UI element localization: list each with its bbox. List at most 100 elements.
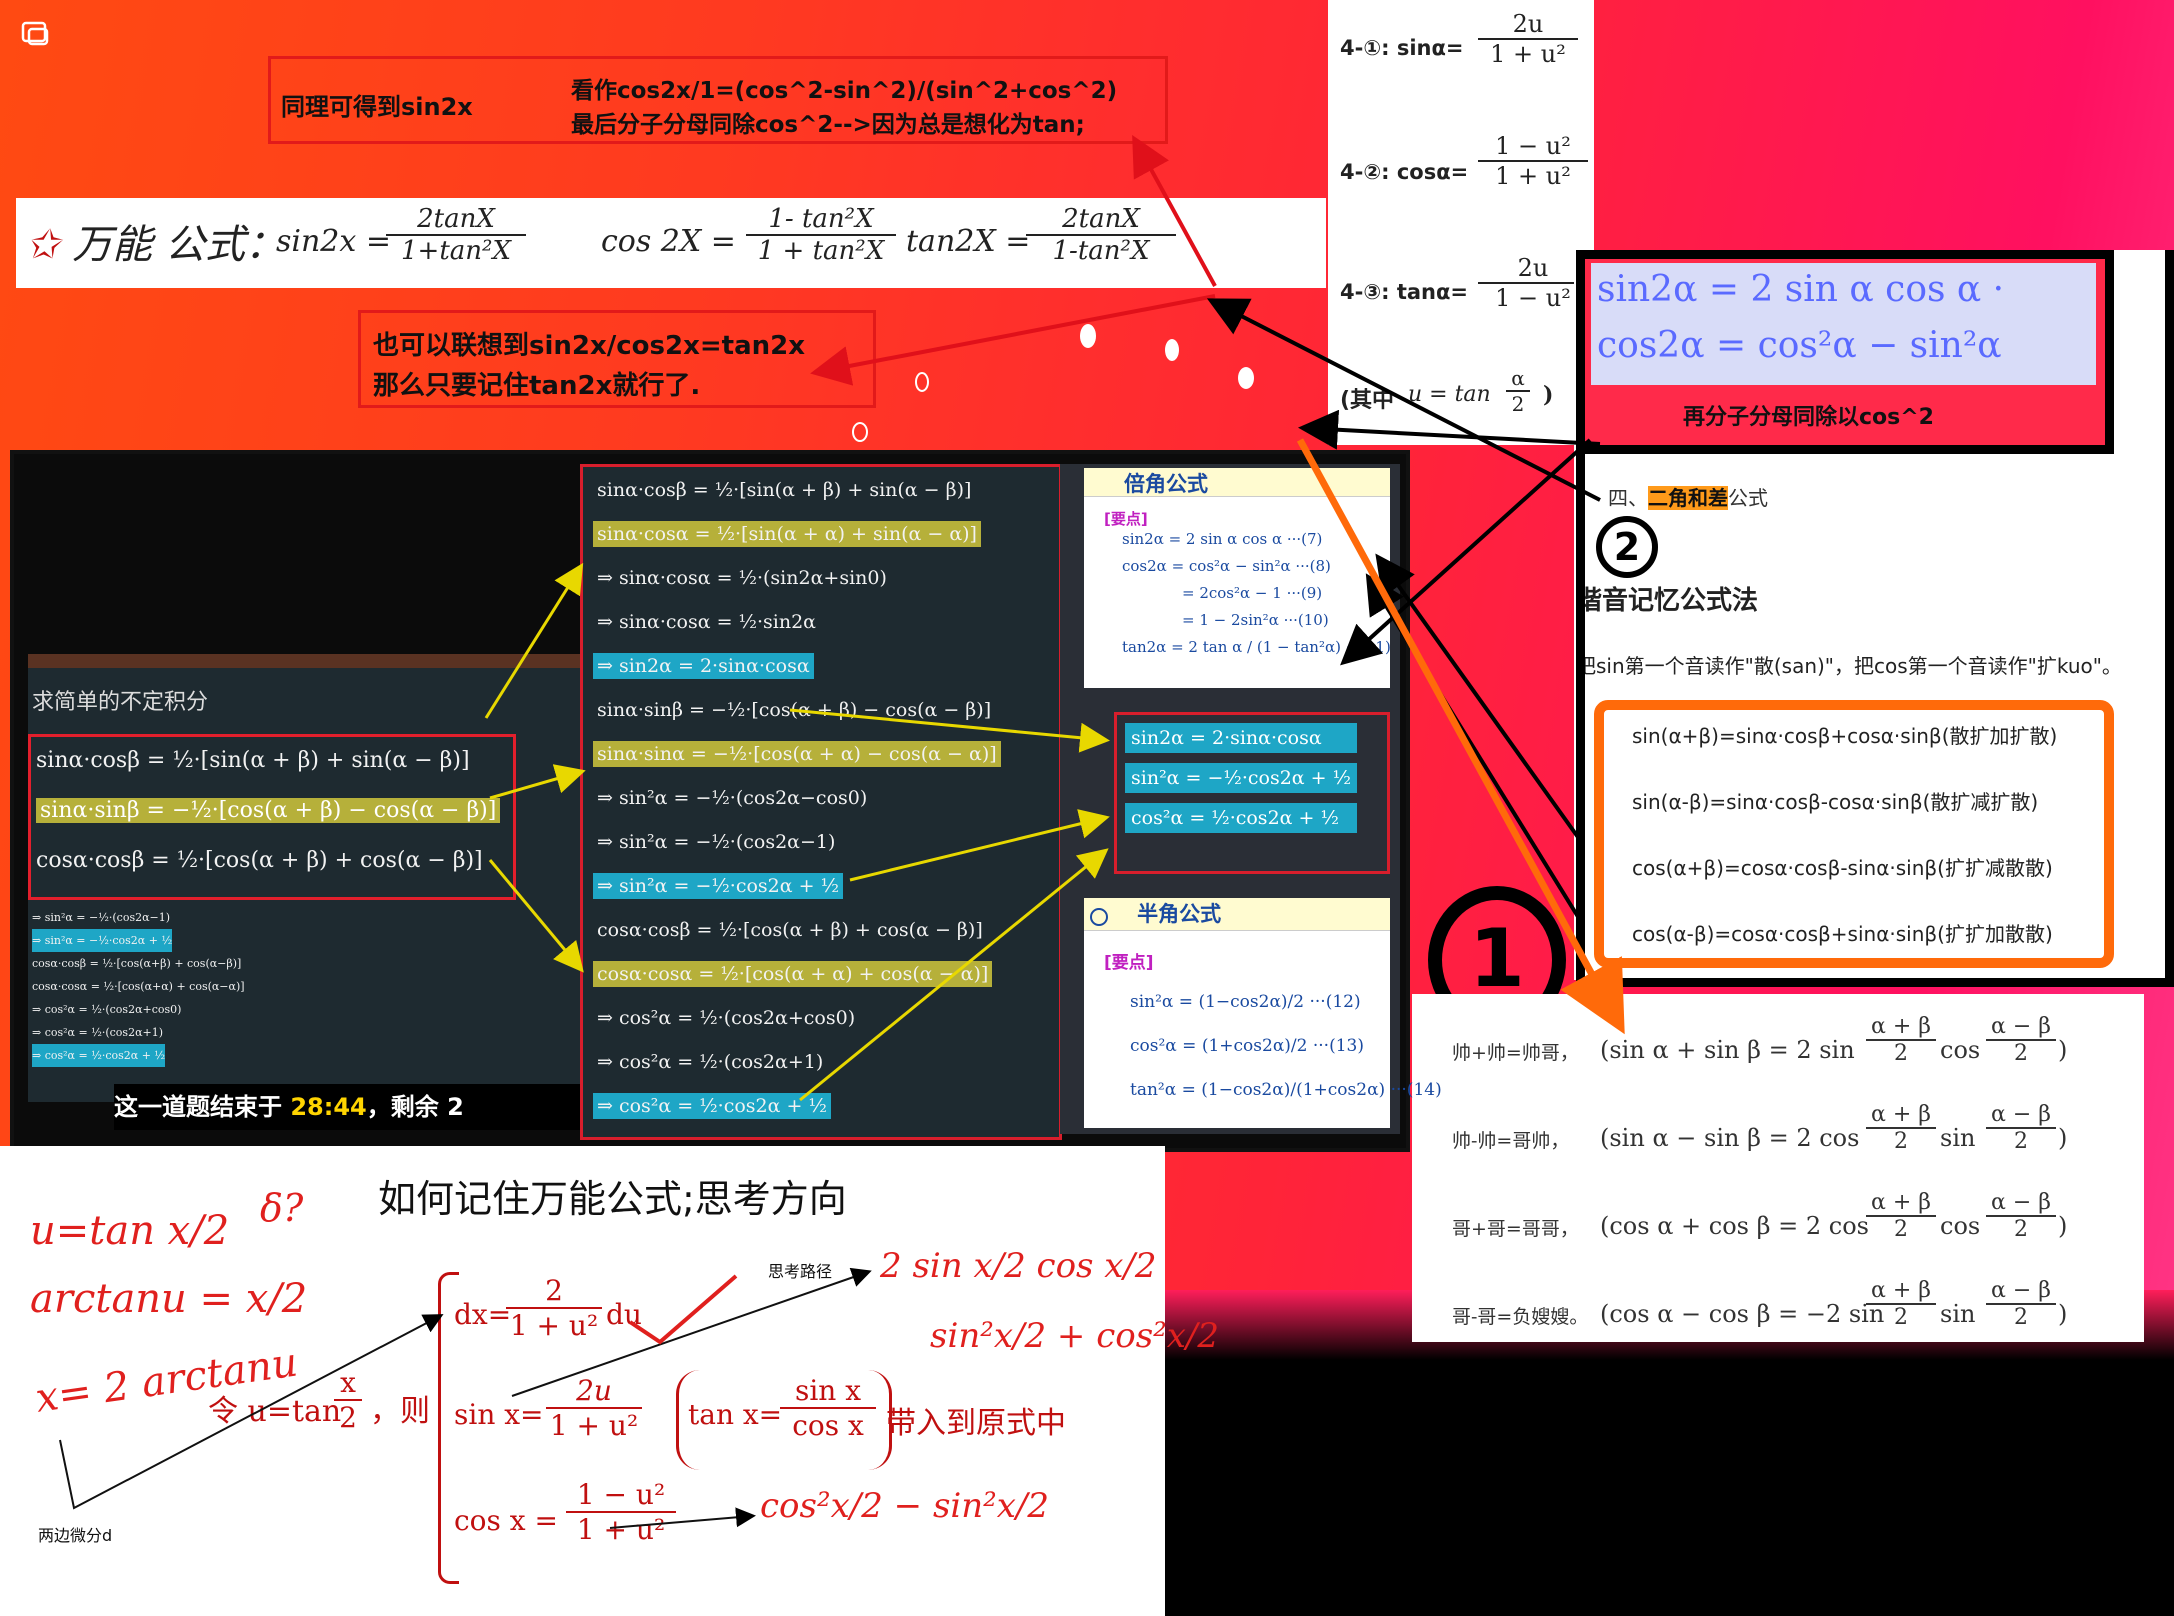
db-line2: cos2α = cos²α − sin²α — [1597, 325, 2002, 366]
sp-frac-2: α − β2 — [1986, 1278, 2056, 1330]
u-row1-num: 2u — [1478, 10, 1578, 40]
board-row-2: sinα·sinβ = −½·[cos(α + β) − cos(α − β)] — [36, 798, 501, 823]
subtitle-text: 这一道题结束于 — [114, 1093, 282, 1121]
u-row2-den: 1 + u² — [1495, 162, 1571, 190]
sum-product-row: 帅+帅=帅哥， (sin α + sin β = 2 sin α + β 2 cos α … — [1452, 1012, 2142, 1092]
sp-frac-2-den: 2 — [2014, 1041, 2028, 1066]
let-frac-den: 2 — [339, 1401, 357, 1434]
u-row1-label: 4-①: sinα= — [1340, 36, 1464, 60]
banner-tan-den: 1-tan²X — [1052, 236, 1150, 266]
half-title-bar: 半角公式 — [1084, 898, 1390, 931]
board-small-row: cosα·cosβ = ½·[cos(α+β) + cos(α−β)] — [32, 957, 242, 970]
sp-frac-2-den: 2 — [2014, 1217, 2028, 1242]
subtitle-time: 28:44 — [290, 1093, 367, 1121]
petal-5 — [852, 422, 868, 442]
middle-blackboard: sinα·cosβ = ½·[sin(α + β) + sin(α − β)] s… — [580, 464, 1062, 1140]
u-row3-num: 2u — [1478, 254, 1588, 284]
sin-den: 1 + u² — [549, 1409, 639, 1442]
blue-summary-row: cos²α = ½·cos2α + ½ — [1125, 803, 1358, 833]
sp-end: ) — [2058, 1036, 2068, 1064]
sp-formula: (sin α − sin β = 2 cos — [1600, 1124, 1860, 1152]
plug-text: 带入到原式中 — [886, 1406, 1066, 1441]
u-where-num: α — [1506, 366, 1530, 392]
hw-question: δ? — [260, 1186, 304, 1230]
petal-2 — [1165, 339, 1179, 361]
u-where-den: 2 — [1511, 392, 1525, 416]
mid-board-row: ⇒ cos²α = ½·(cos2α+1) — [597, 1051, 824, 1073]
board-small-row: ⇒ sin²α = −½·cos2α + ½ — [32, 929, 173, 952]
mid-board-row: sinα·cosβ = ½·[sin(α + β) + sin(α − β)] — [597, 479, 972, 501]
hw-right-1: 2 sin x/2 cos x/2 — [880, 1246, 1157, 1286]
sp-frac-1-den: 2 — [1894, 1041, 1908, 1066]
half-key: [要点] — [1104, 953, 1154, 973]
let-text: 令 u=tan — [208, 1394, 342, 1429]
board-title: 求简单的不定积分 — [32, 690, 209, 715]
sp-label: 哥-哥=负嫂嫂。 — [1452, 1306, 1589, 1328]
mid-board-row: ⇒ sin2α = 2·sinα·cosα — [593, 653, 814, 679]
double-angle-row: = 1 − 2sin²α ···(10) — [1182, 611, 1329, 629]
hw-arctan: arctanu = x/2 — [30, 1276, 308, 1322]
mid-board-row: ⇒ sin²α = −½·cos2α + ½ — [593, 873, 844, 899]
sp-formula: (sin α + sin β = 2 sin — [1600, 1036, 1855, 1064]
sp-frac-1-den: 2 — [1894, 1305, 1908, 1330]
double-title-bar: 倍角公式 — [1084, 468, 1390, 497]
subtitle-bar: 这一道题结束于 28:44，剩余 2 — [114, 1084, 604, 1130]
mid-board-row: ⇒ sinα·cosα = ½·sin2α — [597, 611, 816, 633]
let-frac-num: x — [334, 1366, 362, 1401]
mid-board-row: ⇒ sin²α = −½·(cos2α−1) — [597, 831, 836, 853]
half-circle-icon — [1090, 907, 1108, 926]
sp-frac-1-num: α + β — [1866, 1014, 1936, 1041]
circle-one-num: 1 — [1469, 912, 1525, 1005]
board-row-1: sinα·cosβ = ½·[sin(α + β) + sin(α − β)] — [36, 748, 470, 773]
sp-mid: cos — [1940, 1212, 1981, 1240]
mid-board-row: ⇒ cos²α = ½·(cos2α+cos0) — [597, 1007, 856, 1029]
board-small-row: ⇒ cos²α = ½·(cos2α+1) — [32, 1026, 164, 1039]
sp-frac-2: α − β2 — [1986, 1014, 2056, 1066]
db-line1: sin2α = 2 sin α cos α · — [1597, 269, 2005, 310]
u-where-u: u = tan — [1408, 382, 1491, 407]
sin-label: sin x= — [454, 1398, 544, 1431]
sp-frac-1-den: 2 — [1894, 1217, 1908, 1242]
background-black — [1165, 1360, 2174, 1616]
mid-board-row: ⇒ sinα·cosα = ½·(sin2α+sin0) — [597, 567, 887, 589]
sum-product-row: 哥-哥=负嫂嫂。 (cos α − cos β = −2 sin α + β 2 sin… — [1452, 1276, 2142, 1356]
double-angle-row: tan2α = 2 tan α / (1 − tan²α) ···(11) — [1122, 638, 1391, 656]
board-small-row: ⇒ sin²α = −½·(cos2α−1) — [32, 911, 171, 924]
hw-u: u=tan x/2 — [30, 1208, 230, 1254]
cos-den: 1 + u² — [576, 1513, 666, 1546]
then-text: ，则 — [370, 1394, 430, 1429]
mid-board-row: sinα·sinα = −½·[cos(α + α) − cos(α − α)] — [593, 741, 1001, 767]
banner-tan-num: 2tanX — [1026, 204, 1176, 236]
u-row2-num: 1 − u² — [1478, 132, 1588, 162]
star-icon: ✩ — [26, 222, 60, 268]
double-angle-card: 倍角公式 [要点] sin2α = 2 sin α cos α ···(7) co… — [1084, 468, 1391, 688]
sp-frac-1-num: α + β — [1866, 1190, 1936, 1217]
sp-formula: (cos α + cos β = 2 cos — [1600, 1212, 1869, 1240]
banner-sin-num: 2tanX — [386, 204, 526, 236]
board-small-row: ⇒ cos²α = ½·cos2α + ½ — [32, 1044, 166, 1067]
mid-board-row: ⇒ sin²α = −½·(cos2α−cos0) — [597, 787, 868, 809]
hw-right-3: cos²x/2 − sin²x/2 — [760, 1486, 1050, 1526]
u-row3-den: 1 − u² — [1495, 284, 1571, 312]
label-path: 思考路径 — [768, 1262, 833, 1281]
sp-end: ) — [2058, 1124, 2068, 1152]
board-small-row: cosα·cosα = ½·[cos(α+α) + cos(α−α)] — [32, 980, 245, 993]
sp-mid: sin — [1940, 1124, 1976, 1152]
banner-title: 万能 公式： — [72, 222, 285, 268]
sp-label: 帅-帅=哥帅， — [1452, 1130, 1570, 1152]
sp-frac-1: α + β2 — [1866, 1014, 1936, 1066]
note-same-sin2x-text: 同理可得到sin2x — [281, 93, 473, 121]
sp-frac-1-den: 2 — [1894, 1129, 1908, 1154]
dx-label: dx= — [454, 1298, 512, 1331]
double-angle-row: sin2α = 2 sin α cos α ···(7) — [1122, 530, 1323, 548]
half-title: 半角公式 — [1137, 902, 1222, 926]
sp-end: ) — [2058, 1300, 2068, 1328]
mid-board-row: cosα·cosβ = ½·[cos(α + β) + cos(α − β)] — [597, 919, 983, 941]
window-icon[interactable] — [20, 20, 50, 48]
u-where: (其中 — [1340, 388, 1395, 413]
db-caption: 再分子分母同除以cos^2 — [1683, 405, 1934, 430]
double-angle-row: cos2α = cos²α − sin²α ···(8) — [1122, 557, 1331, 575]
banner-cos-num: 1- tan²X — [746, 204, 896, 236]
sp-frac-2-den: 2 — [2014, 1129, 2028, 1154]
double-title: 倍角公式 — [1124, 472, 1208, 496]
